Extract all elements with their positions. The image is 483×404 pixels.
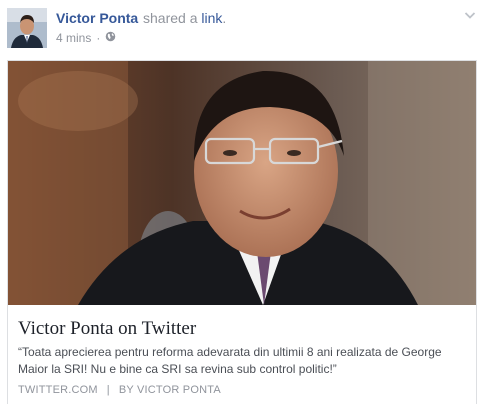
meta-separator: · bbox=[96, 31, 101, 45]
link-preview-source: TWITTER.COM | BY VICTOR PONTA bbox=[18, 384, 221, 396]
source-divider: | bbox=[106, 384, 110, 396]
author-name-link[interactable]: Victor Ponta bbox=[56, 10, 138, 26]
action-text: shared a bbox=[143, 10, 198, 26]
source-domain: TWITTER.COM bbox=[18, 384, 98, 396]
shared-link-link[interactable]: link bbox=[201, 10, 222, 26]
source-byline: BY VICTOR PONTA bbox=[118, 384, 221, 396]
post-timestamp[interactable]: 4 mins bbox=[56, 31, 91, 45]
link-preview-title[interactable]: Victor Ponta on Twitter bbox=[18, 318, 196, 340]
author-avatar[interactable] bbox=[7, 8, 47, 48]
link-preview-image[interactable] bbox=[8, 61, 476, 305]
post-action-text: shared a link. bbox=[143, 10, 226, 26]
feed-post: Victor Ponta shared a link. 4 mins · Vic… bbox=[0, 0, 483, 404]
action-end: . bbox=[222, 10, 227, 26]
link-preview-description: “Toata aprecierea pentru reforma adevara… bbox=[18, 345, 442, 376]
post-meta: 4 mins · bbox=[56, 31, 116, 45]
globe-icon[interactable] bbox=[105, 31, 116, 45]
chevron-down-icon[interactable] bbox=[463, 8, 477, 22]
link-preview-card[interactable]: Victor Ponta on Twitter “Toata apreciere… bbox=[7, 60, 477, 404]
